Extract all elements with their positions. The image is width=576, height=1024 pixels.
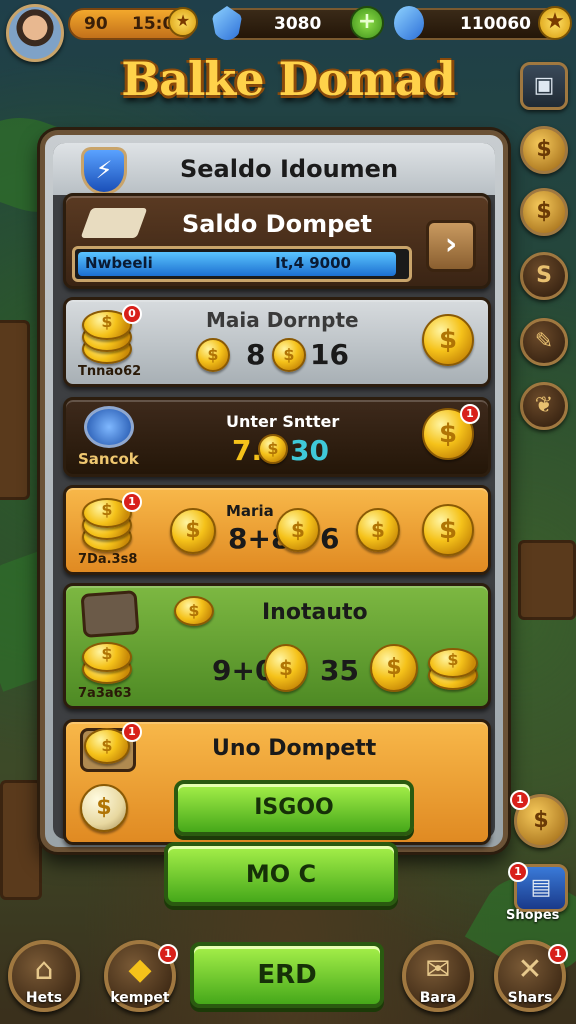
treasure-icon[interactable]: $ (520, 188, 568, 236)
counter-amount-b: 30 (290, 434, 329, 467)
gem-value: 3080 (274, 14, 322, 34)
nav-shars-button[interactable]: ✕ Shars 1 (494, 940, 568, 1012)
coin-stack-icon: $ 1 (82, 492, 142, 556)
settings-icon[interactable]: S (520, 252, 568, 300)
green-row-title: Inotauto (262, 600, 368, 625)
leaf-icon[interactable]: ❦ (520, 382, 568, 430)
panel-title: Sealdo Idoumen (179, 155, 399, 183)
game-title: Balke Domad (121, 52, 456, 106)
notification-badge: 1 (158, 944, 178, 964)
notification-badge: 1 (510, 790, 530, 810)
coin-stack-label: 7Da.3s8 (78, 552, 138, 567)
notification-badge: 1 (460, 404, 480, 424)
menu-icon[interactable]: ▣ (520, 62, 568, 110)
top-bar: 90 15:01 ★ 3080 + 110060 ★ (0, 0, 576, 62)
nav-kempet-button[interactable]: ◆ kempet 1 (104, 940, 178, 1012)
dompett-row[interactable]: $ 1 Uno Dompett $ ISGOO (63, 719, 491, 845)
coin-counter[interactable]: 90 15:01 ★ (68, 7, 198, 40)
coin-stack-icon: $ (428, 640, 482, 690)
isgoo-button[interactable]: ISGOO (174, 780, 414, 836)
coin-icon: $ (174, 596, 214, 626)
nav-bara-label: Bara (419, 990, 457, 1006)
nav-home-button[interactable]: ⌂ Hets (8, 940, 80, 1012)
home-icon: ⌂ (34, 952, 54, 987)
coin-icon: $ (276, 508, 320, 552)
coin-stack-label: 7a3a63 (78, 686, 132, 701)
wallet-panel: ⚡ Sealdo Idoumen Saldo Dompet Nwbeeli It… (40, 130, 508, 852)
coin-icon: $ (370, 644, 418, 692)
wallet-progress-bar: Nwbeeli It,4 9000 (72, 246, 412, 282)
coin-stack-icon: $ (82, 640, 136, 684)
plus-icon[interactable]: + (350, 6, 384, 40)
notification-badge: 0 (122, 304, 142, 324)
end-button[interactable]: ERD (190, 942, 384, 1008)
wallet-title: Saldo Dompet (181, 210, 373, 238)
gem-icon (212, 6, 242, 40)
orange-row-title: Maria (226, 502, 274, 520)
wallet-balance-row[interactable]: Saldo Dompet Nwbeeli It,4 9000 › (63, 193, 491, 289)
nav-kempet-label: kempet (110, 990, 170, 1006)
nav-home-label: Hets (25, 990, 63, 1006)
star-value: 110060 (460, 14, 531, 34)
coin-icon: $ (170, 508, 216, 554)
counter-row[interactable]: Sancok Unter Sntter 7. $ 30 $ 1 (63, 397, 491, 477)
main-row-title: Maia Dornpte (206, 308, 359, 332)
notification-badge: 1 (122, 722, 142, 742)
panel-body: ⚡ Sealdo Idoumen Saldo Dompet Nwbeeli It… (53, 143, 495, 845)
coin-icon: $ (196, 338, 230, 372)
star-counter[interactable]: 110060 ★ (394, 6, 572, 40)
dompett-row-title: Uno Dompett (212, 736, 377, 761)
coin-icon: $ (356, 508, 400, 552)
progress-right-label: It,4 9000 (275, 254, 351, 272)
gem-counter[interactable]: 3080 + (212, 6, 384, 40)
moc-button[interactable]: MO C (164, 842, 398, 906)
blue-badge-icon (84, 406, 134, 448)
coin-icon: $ (272, 338, 306, 372)
main-coin-row[interactable]: $ 0 Tnnao62 Maia Dornpte $ 8 $ 16 $ (63, 297, 491, 387)
large-coin-icon: $ (422, 504, 474, 556)
pencil-icon[interactable]: ✎ (520, 318, 568, 366)
star-icon[interactable]: ★ (538, 6, 572, 40)
coin-bag-icon[interactable]: $ (520, 126, 568, 174)
coin-stack-label: Tnnao62 (78, 364, 142, 379)
main-amount-a: 8 (246, 338, 266, 371)
mail-icon: ✉ (425, 952, 451, 987)
orange-coin-row[interactable]: $ 1 7Da.3s8 $ Maria 8+8 $ 6 $ $ (63, 485, 491, 575)
coin-icon: $ (264, 644, 308, 692)
large-coin-icon: $ (422, 314, 474, 366)
progress-left-label: Nwbeeli (85, 254, 153, 272)
shield-gold-icon: ★ (168, 7, 198, 37)
nav-bara-button[interactable]: ✉ Bara (402, 940, 474, 1012)
wallet-next-button[interactable]: › (426, 220, 476, 272)
panel-header: ⚡ Sealdo Idoumen (53, 143, 495, 195)
green-amount-b: 35 (320, 654, 359, 687)
gem-icon (394, 6, 424, 40)
counter-badge-label: Sancok (78, 450, 139, 468)
counter-row-title: Unter Sntter (226, 412, 340, 431)
notification-badge: 1 (508, 862, 528, 882)
shopes-label: Shopes (506, 908, 560, 923)
orange-amount-b: 6 (320, 522, 340, 555)
background-hut (0, 780, 42, 900)
green-coin-row[interactable]: $ Inotauto $ 7a3a63 9+0 $ 35 $ $ (63, 583, 491, 709)
coin-stack-icon: $ 0 (82, 304, 142, 368)
frame-icon (80, 590, 140, 638)
coin-icon: $ (80, 784, 128, 832)
nav-shars-label: Shars (507, 990, 553, 1006)
notification-badge: 1 (122, 492, 142, 512)
background-hut (0, 320, 30, 500)
notification-badge: 1 (548, 944, 568, 964)
background-hut (518, 540, 576, 620)
coin-icon: $ (258, 434, 288, 464)
coin-value: 90 (84, 14, 108, 34)
main-amount-b: 16 (310, 338, 349, 371)
